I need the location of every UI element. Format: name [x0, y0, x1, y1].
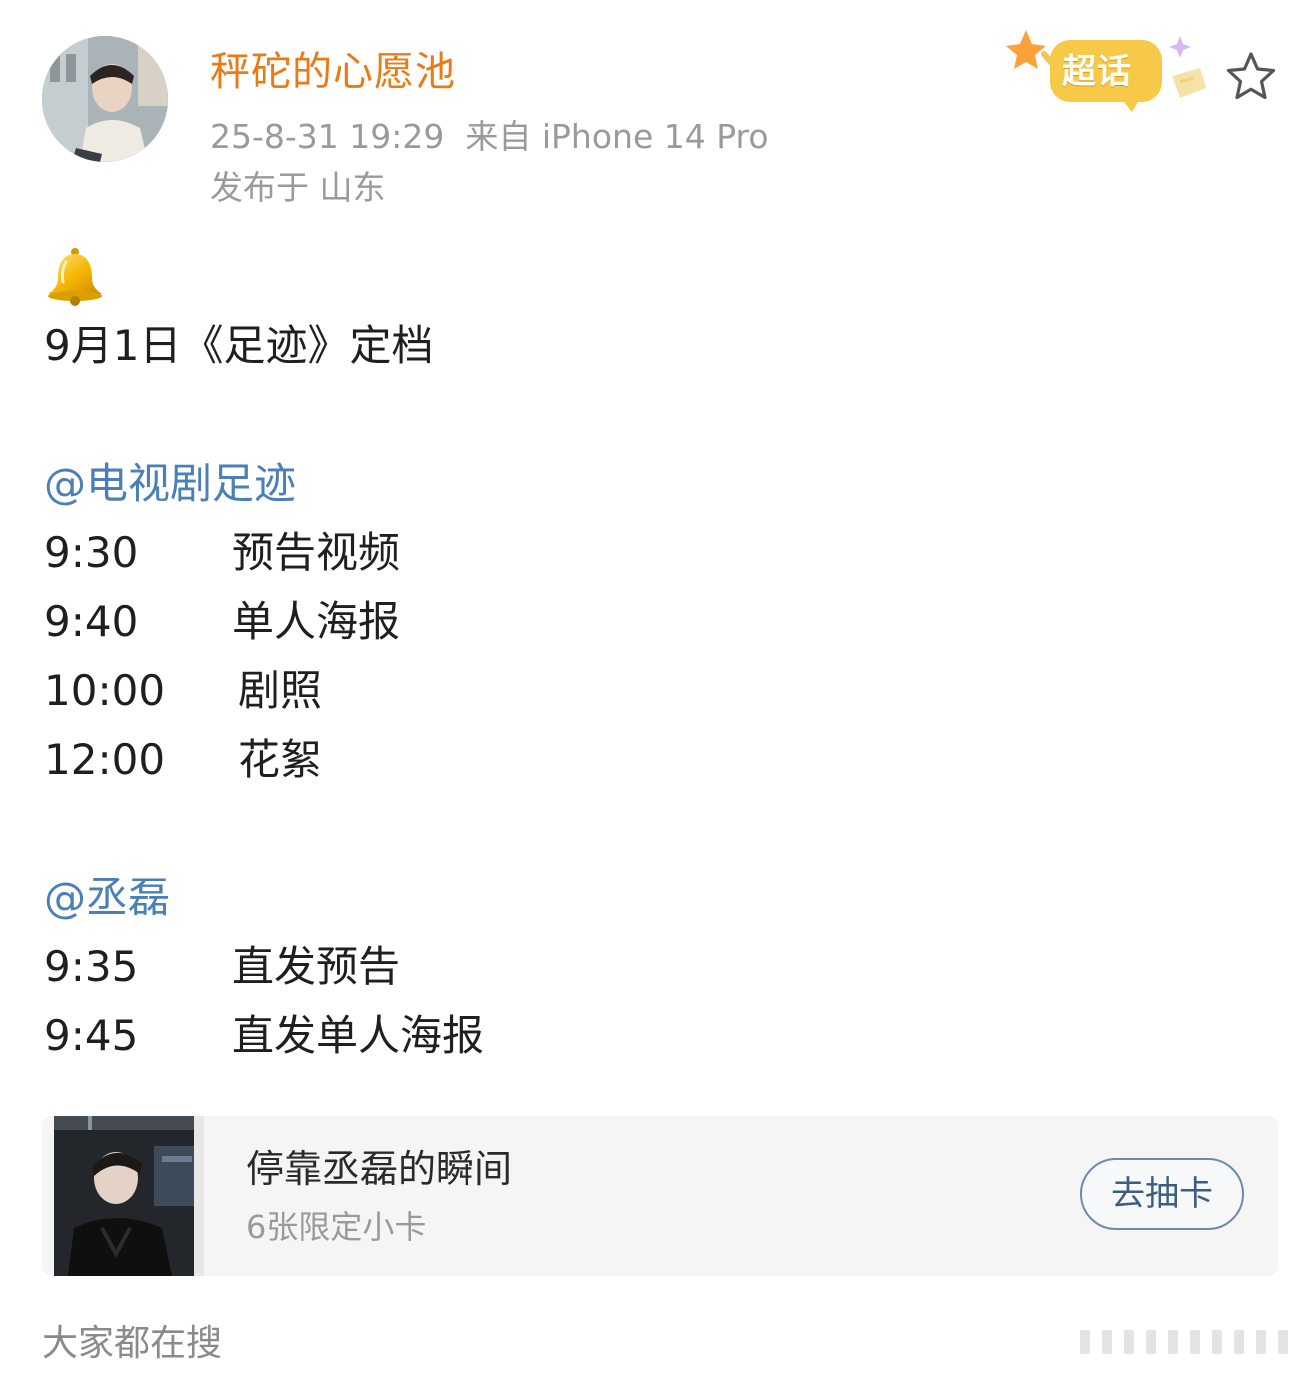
mention-link[interactable]: @电视剧足迹	[44, 456, 296, 512]
star-outline-icon[interactable]	[1224, 50, 1278, 104]
schedule-time: 12:00	[44, 735, 166, 784]
draw-card-button[interactable]: 去抽卡	[1080, 1158, 1244, 1230]
schedule-time: 9:45	[44, 1011, 139, 1060]
card-thumbnail-edge	[194, 1116, 204, 1276]
supertopic-badge[interactable]: 超话	[1004, 22, 1214, 114]
schedule-label: 花絮	[238, 735, 323, 784]
schedule-time: 9:35	[44, 942, 139, 991]
username[interactable]: 秤砣的心愿池	[210, 46, 456, 98]
card-title: 停靠丞磊的瞬间	[246, 1147, 513, 1191]
schedule-time: 9:40	[44, 597, 139, 646]
trending-search-label: 大家都在搜	[42, 1323, 223, 1364]
promo-card[interactable]: 停靠丞磊的瞬间 6张限定小卡 去抽卡	[42, 1116, 1278, 1276]
schedule-time: 10:00	[44, 666, 166, 715]
post-meta-time: 25-8-31 19:29 来自 iPhone 14 Pro	[210, 116, 769, 158]
schedule-label: 直发单人海报	[232, 1011, 485, 1060]
post-headline: 9月1日《足迹》定档	[44, 321, 434, 370]
schedule-label: 剧照	[238, 666, 323, 715]
card-thumbnail	[54, 1116, 194, 1276]
mention-link[interactable]: @丞磊	[44, 870, 170, 926]
schedule-label: 单人海报	[232, 597, 401, 646]
user-avatar[interactable]	[42, 36, 168, 162]
schedule-time: 9:30	[44, 528, 139, 577]
weibo-post-page: 秤砣的心愿池 25-8-31 19:29 来自 iPhone 14 Pro 发布…	[0, 0, 1301, 1381]
post-location: 发布于 山东	[210, 168, 386, 207]
bell-icon	[44, 246, 106, 308]
card-subtitle: 6张限定小卡	[246, 1208, 427, 1246]
post-source: 来自 iPhone 14 Pro	[465, 117, 769, 156]
schedule-label: 直发预告	[232, 942, 401, 991]
schedule-label: 预告视频	[232, 528, 401, 577]
loading-stripes	[1070, 1318, 1290, 1362]
supertopic-label: 超话	[1062, 52, 1132, 92]
post-timestamp: 25-8-31 19:29	[210, 117, 445, 156]
